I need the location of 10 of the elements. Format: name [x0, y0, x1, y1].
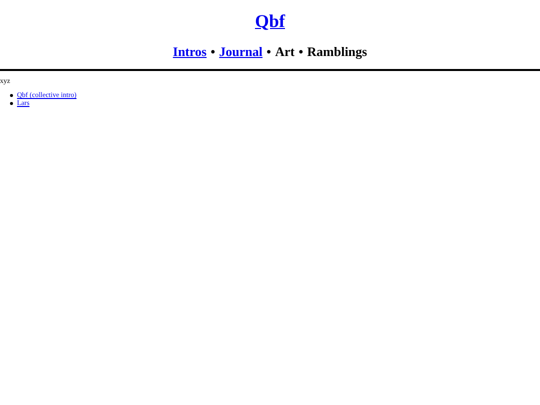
- nav-link[interactable]: Journal: [219, 44, 263, 60]
- nav-link[interactable]: Intros: [172, 44, 207, 60]
- site-title-link[interactable]: Qbf: [254, 9, 285, 33]
- bullet-icon: [10, 102, 13, 104]
- nav-label: Art: [275, 44, 295, 60]
- bullet-icon: [10, 94, 13, 96]
- nav-separator: •: [210, 44, 216, 60]
- nav-separator: •: [266, 44, 272, 60]
- nav-label: Ramblings: [307, 44, 368, 60]
- nav-separator: •: [298, 44, 304, 60]
